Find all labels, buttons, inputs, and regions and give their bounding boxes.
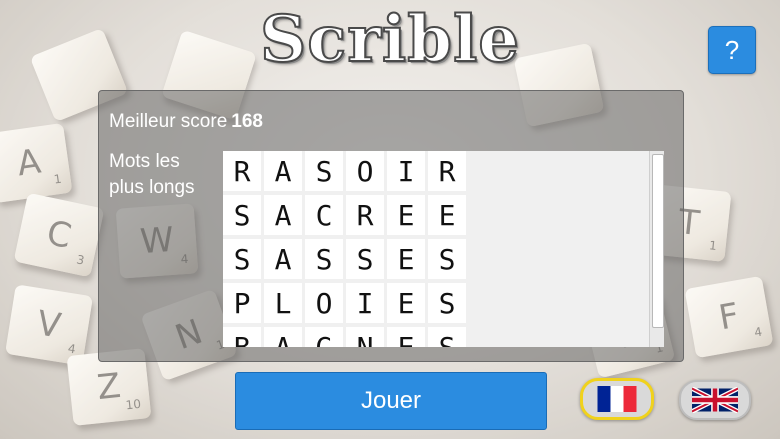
word-row: P L O I E S [223,283,663,323]
letter-tile: S [223,239,261,279]
letter-tile: S [428,239,466,279]
letter-tile: S [428,283,466,323]
uk-flag-icon [692,387,738,413]
letter-tile: G [305,327,343,347]
letter-tile: S [305,151,343,191]
letter-tile: S [428,327,466,347]
longest-words-list[interactable]: R A S O I R S A C R E E S A S S E S P L … [223,151,663,347]
letter-tile: C [305,195,343,235]
letter-tile: R [223,151,261,191]
scrollbar-thumb[interactable] [652,154,664,328]
play-button[interactable]: Jouer [235,372,547,430]
letter-tile: A [264,151,302,191]
letter-tile: N [346,327,384,347]
play-label: Jouer [360,387,422,414]
france-flag-icon [597,386,637,412]
letter-tile: E [387,239,425,279]
letter-tile: O [346,151,384,191]
letter-tile: E [387,283,425,323]
letter-tile: P [223,283,261,323]
word-row: S A S S E S [223,239,663,279]
letter-tile: A [264,195,302,235]
letter-tile: O [305,283,343,323]
best-score-label: Meilleur score [109,111,228,132]
words-scrollbar[interactable] [649,151,664,347]
app-title: Scrible [259,1,520,78]
letter-tile: R [428,151,466,191]
letter-tile: I [387,151,425,191]
letter-tile: E [428,195,466,235]
longest-words-label: Mots les plus longs [109,151,195,198]
help-button[interactable]: ? [708,26,756,74]
letter-tile: E [387,195,425,235]
letter-tile: I [346,283,384,323]
word-row: S A C R E E [223,195,663,235]
word-row: B A G N E S [223,327,663,347]
letter-tile: B [223,327,261,347]
language-french-button[interactable] [580,378,654,420]
language-english-button[interactable] [679,380,751,420]
letter-tile: L [264,283,302,323]
letter-tile: S [305,239,343,279]
help-label: ? [724,34,740,65]
letter-tile: A [264,239,302,279]
best-score: Meilleur score 168 [109,111,263,133]
stats-panel: Meilleur score 168 Mots les plus longs R … [98,90,684,362]
letter-tile: S [346,239,384,279]
letter-tile: E [387,327,425,347]
best-score-value: 168 [231,111,263,132]
letter-tile: S [223,195,261,235]
letter-tile: R [346,195,384,235]
word-row: R A S O I R [223,151,663,191]
letter-tile: A [264,327,302,347]
